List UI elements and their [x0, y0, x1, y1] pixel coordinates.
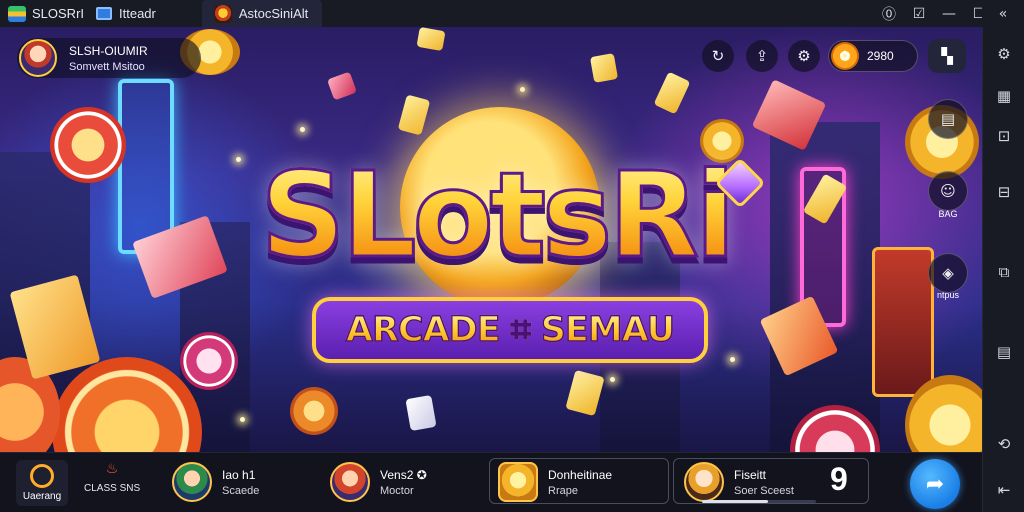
- home-button-label: Uaerang: [22, 491, 62, 502]
- side-item-bag-label: BAG: [938, 209, 958, 219]
- bottom-item-1-title: Iao h1: [222, 467, 256, 482]
- install-apk-icon[interactable]: ⊡: [991, 123, 1017, 149]
- progress-bar-fill: [702, 500, 769, 503]
- action-fab-button[interactable]: ➦: [910, 459, 960, 509]
- casino-chip: [180, 332, 238, 390]
- flying-card: [405, 394, 437, 432]
- sparkle: [610, 377, 615, 382]
- coin-icon: ✿: [831, 42, 859, 70]
- logo-ribbon: ARCADE ⌗ SEMAU: [312, 297, 708, 363]
- side-item-bag-icon[interactable]: ☺: [928, 171, 968, 211]
- game-bottom-bar: Uaerang ♨ CLASS SNS Iao h1 Scaede Vens2 …: [0, 452, 982, 512]
- game-logo-title: SLotsRi: [236, 145, 756, 285]
- sparkle: [300, 127, 305, 132]
- player-name: SLSH-OIUMIR: [69, 43, 148, 58]
- bottom-item-3-subtitle: Rrape: [548, 484, 578, 497]
- bottom-item-4[interactable]: Fiseitt Soer Sceest: [684, 458, 794, 506]
- bottom-item-4-subtitle: Soer Sceest: [734, 484, 794, 497]
- item-thumbnail: [498, 462, 538, 502]
- power-icon: [30, 464, 54, 488]
- help-icon[interactable]: ⓪: [874, 0, 904, 27]
- side-item-events-label: ntpus: [936, 290, 960, 300]
- home-button[interactable]: Uaerang: [16, 460, 68, 506]
- neon-sign-left: [118, 79, 174, 254]
- avatar: [330, 462, 370, 502]
- flying-card: [326, 71, 358, 101]
- minimize-button[interactable]: —: [934, 0, 964, 27]
- brand-icon: ♨: [105, 461, 119, 477]
- more-icon[interactable]: ▤: [991, 339, 1017, 365]
- bottom-item-1-subtitle: Scaede: [222, 484, 260, 497]
- brand-button[interactable]: ♨ CLASS SNS: [84, 461, 140, 501]
- game-logo-subtitle: ARCADE ⌗ SEMAU: [345, 309, 676, 350]
- tab-game[interactable]: AstocSiniAlt: [201, 0, 323, 27]
- emulator-toolbar: ⚙ ▦ ⊡ ⊟ ⧉ ▤ ⟲ ⇤: [982, 27, 1024, 512]
- avatar[interactable]: [19, 39, 57, 77]
- progress-bar: [702, 500, 816, 503]
- bottom-item-2-title: Vens2 ✪: [380, 467, 427, 482]
- flying-card: [416, 27, 446, 52]
- multi-instance-icon[interactable]: ⧉: [991, 259, 1017, 285]
- collapse-sidebar-icon[interactable]: «: [982, 0, 1024, 27]
- coin-balance-value: 2980: [867, 49, 894, 63]
- game-viewport[interactable]: SLotsRi ARCADE ⌗ SEMAU SLSH-OIUMIR Somve…: [0, 27, 982, 452]
- grid-menu-icon[interactable]: ▚: [928, 39, 966, 73]
- brand-label: CLASS SNS: [84, 483, 141, 494]
- sparkle: [520, 87, 525, 92]
- tab-game-label: AstocSiniAlt: [238, 6, 309, 21]
- app-logo-icon: [8, 5, 26, 22]
- flying-card: [565, 369, 605, 417]
- bottom-item-3-title: Donheitinae: [548, 467, 613, 482]
- player-info: SLSH-OIUMIR Somvett Msitoo: [69, 44, 148, 73]
- side-item-events-icon[interactable]: ◈: [928, 253, 968, 293]
- bottom-item-3[interactable]: Donheitinae Rrape: [498, 458, 612, 506]
- tab-home-label: Itteadr: [119, 6, 156, 21]
- game-tab-icon: [213, 4, 232, 23]
- tab-home[interactable]: Itteadr: [84, 0, 168, 27]
- home-arrow-icon[interactable]: ⇤: [991, 477, 1017, 503]
- flying-card: [397, 94, 431, 136]
- screenshot-icon[interactable]: ☑: [904, 0, 934, 27]
- player-subtitle: Somvett Msitoo: [69, 60, 145, 73]
- back-icon[interactable]: ⟲: [991, 431, 1017, 457]
- level-number: 9: [830, 461, 848, 497]
- app-header: SLOSRrI: [0, 0, 84, 27]
- settings-icon[interactable]: ⚙: [991, 41, 1017, 67]
- bottom-item-1[interactable]: Iao h1 Scaede: [172, 458, 259, 506]
- side-item-inventory-icon[interactable]: ▤: [928, 99, 968, 139]
- coin-balance[interactable]: ✿ 2980: [828, 40, 918, 72]
- bottom-item-2[interactable]: Vens2 ✪ Moctor: [330, 458, 427, 506]
- settings-gear-icon[interactable]: ⚙: [788, 40, 820, 72]
- casino-chip: [50, 107, 126, 183]
- flying-card: [653, 71, 691, 115]
- window-titlebar: SLOSRrI Itteadr AstocSiniAlt ⓪ ☑ — ☐ ✕: [0, 0, 1024, 27]
- app-title: SLOSRrI: [32, 6, 85, 21]
- sparkle: [240, 417, 245, 422]
- player-profile[interactable]: SLSH-OIUMIR Somvett Msitoo: [17, 38, 201, 78]
- bottom-item-2-subtitle: Moctor: [380, 484, 414, 497]
- bottom-item-4-title: Fiseitt: [734, 467, 767, 482]
- casino-chip: [290, 387, 338, 435]
- screenshot-icon[interactable]: ▦: [991, 83, 1017, 109]
- folder-icon[interactable]: ⊟: [991, 179, 1017, 205]
- avatar: [172, 462, 212, 502]
- flying-card: [589, 53, 619, 83]
- home-tab-icon: [96, 7, 113, 20]
- share-icon[interactable]: ⇪: [746, 40, 778, 72]
- avatar: [684, 462, 724, 502]
- slot-machine: [872, 247, 934, 397]
- sparkle: [730, 357, 735, 362]
- refresh-icon[interactable]: ↻: [702, 40, 734, 72]
